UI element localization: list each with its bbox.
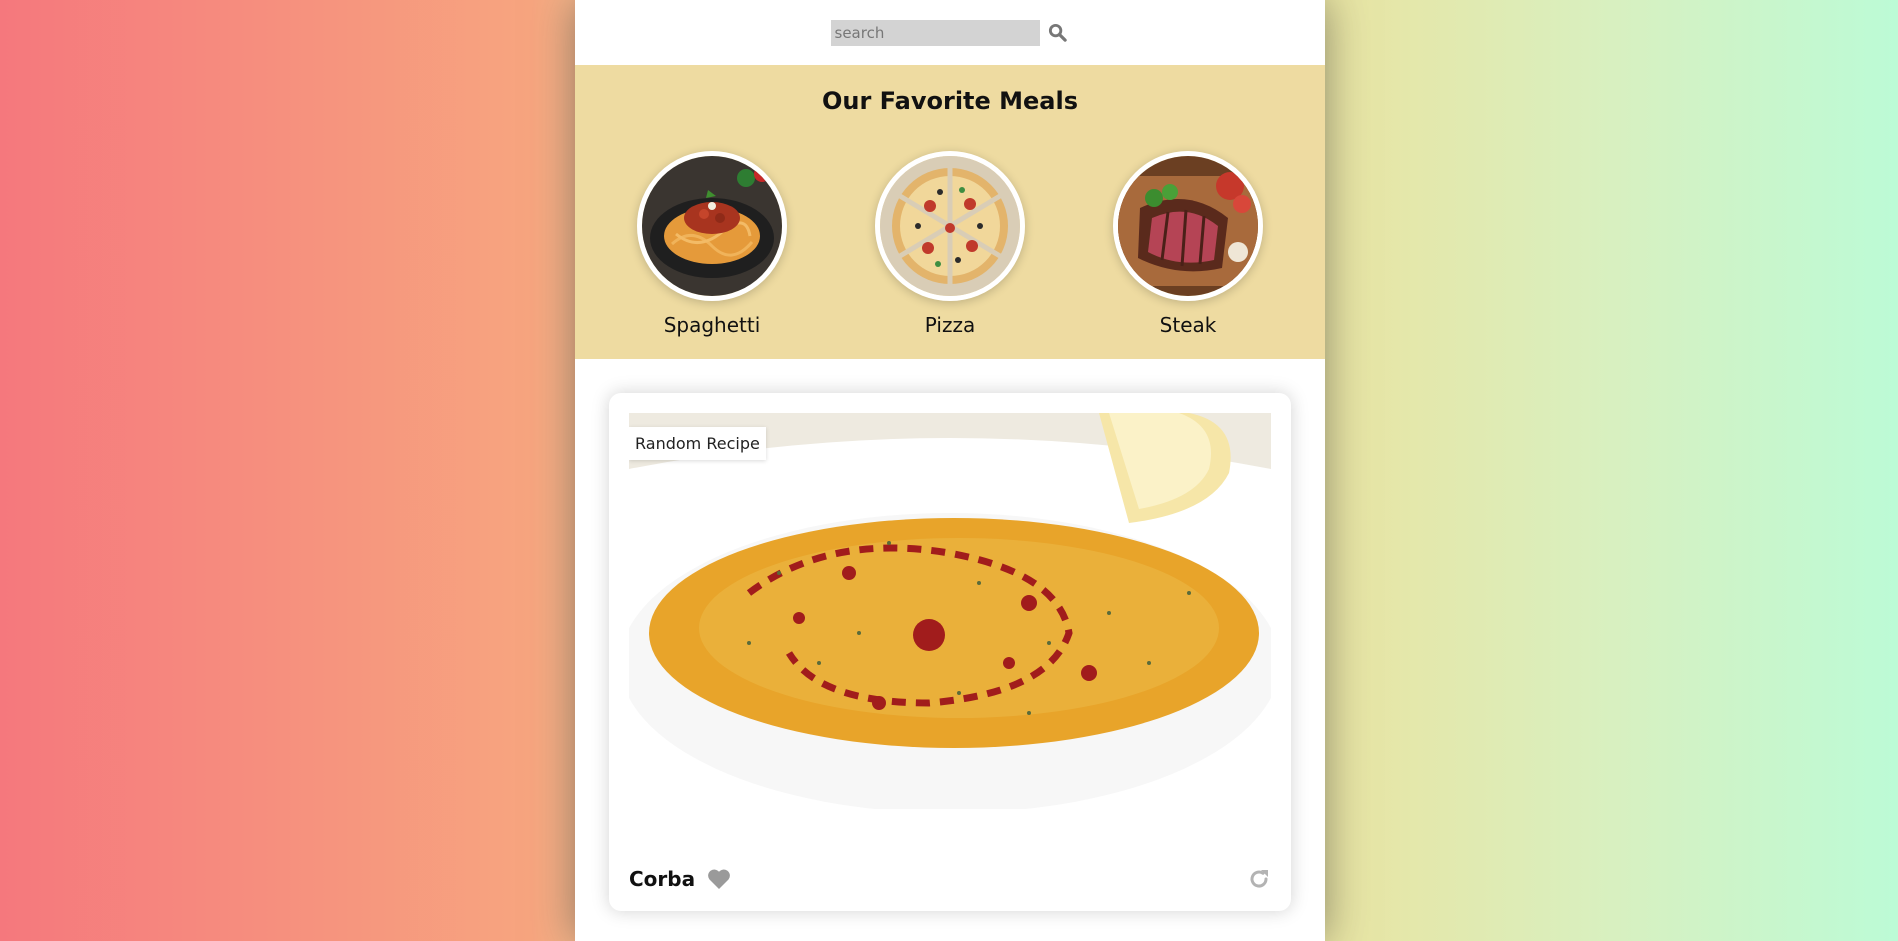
search-input[interactable] bbox=[830, 19, 1040, 46]
favorite-item-label[interactable]: Steak bbox=[1160, 313, 1217, 337]
header bbox=[575, 0, 1325, 65]
pizza-image[interactable] bbox=[875, 151, 1025, 301]
meal-footer: Corba bbox=[629, 867, 1271, 891]
favorite-meals-title: Our Favorite Meals bbox=[821, 87, 1079, 115]
search-icon bbox=[1048, 23, 1067, 42]
favorite-item-pizza[interactable]: Pizza bbox=[875, 151, 1025, 337]
meal-info: Corba bbox=[629, 867, 731, 891]
meal-name: Corba bbox=[629, 867, 696, 891]
meal-image: Random Recipe bbox=[629, 413, 1271, 809]
favorite-meals-section: Our Favorite Meals Spaghetti Pizza Steak bbox=[575, 65, 1325, 359]
favorite-meals-list: Spaghetti Pizza Steak bbox=[575, 151, 1325, 337]
favorite-item-label[interactable]: Pizza bbox=[925, 313, 975, 337]
favorite-item-label[interactable]: Spaghetti bbox=[664, 313, 761, 337]
favorite-item-steak[interactable]: Steak bbox=[1113, 151, 1263, 337]
refresh-button[interactable] bbox=[1247, 867, 1271, 891]
favorite-button[interactable] bbox=[707, 868, 731, 890]
app-container: Our Favorite Meals bbox=[575, 0, 1325, 941]
heart-icon bbox=[708, 869, 730, 889]
meals-area: Random Recipe Corba bbox=[575, 359, 1325, 911]
search-button[interactable] bbox=[1046, 20, 1070, 46]
spaghetti-image[interactable] bbox=[637, 151, 787, 301]
refresh-icon bbox=[1250, 870, 1268, 888]
random-meal-card: Random Recipe Corba bbox=[609, 393, 1291, 911]
favorite-item-spaghetti[interactable]: Spaghetti bbox=[637, 151, 787, 337]
steak-image[interactable] bbox=[1113, 151, 1263, 301]
random-recipe-badge: Random Recipe bbox=[629, 427, 766, 460]
